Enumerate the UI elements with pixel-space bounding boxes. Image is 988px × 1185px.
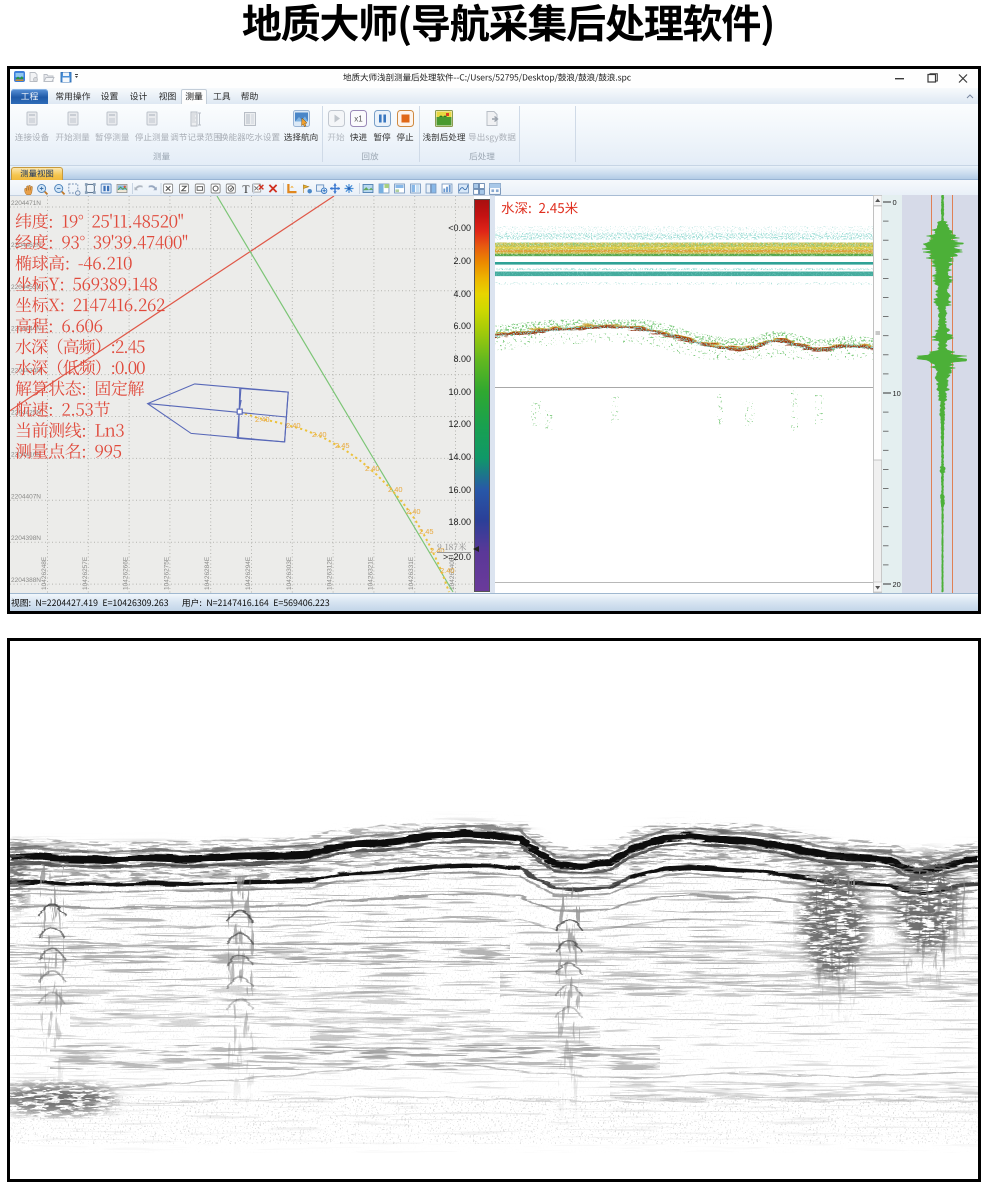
svg-text:10426257E: 10426257E xyxy=(82,556,89,590)
svg-text:2.40: 2.40 xyxy=(312,430,327,439)
svg-text:2.40: 2.40 xyxy=(440,566,455,575)
svg-text:10426284E: 10426284E xyxy=(204,556,211,590)
svg-text:10426248E: 10426248E xyxy=(41,556,48,590)
svg-text:2204416N: 2204416N xyxy=(11,451,41,458)
svg-text:2204388N: 2204388N xyxy=(11,577,41,584)
svg-text:10426321E: 10426321E xyxy=(367,556,374,590)
svg-text:x1: x1 xyxy=(354,115,363,124)
svg-text:10426312E: 10426312E xyxy=(327,556,334,590)
svg-text:2204434N: 2204434N xyxy=(11,368,41,375)
svg-text:20: 20 xyxy=(893,580,901,589)
svg-text:2.40: 2.40 xyxy=(365,464,380,473)
svg-text:2204398N: 2204398N xyxy=(11,535,41,542)
svg-text:10426303E: 10426303E xyxy=(286,556,293,590)
svg-text:10426266E: 10426266E xyxy=(123,556,130,590)
svg-text:0: 0 xyxy=(893,198,897,207)
svg-text:2204425N: 2204425N xyxy=(11,410,41,417)
svg-text:T: T xyxy=(242,183,249,196)
svg-text:2.40: 2.40 xyxy=(406,507,421,516)
svg-text:10: 10 xyxy=(893,389,901,398)
svg-text:10426294E: 10426294E xyxy=(245,556,252,590)
svg-text:2204407N: 2204407N xyxy=(11,493,41,500)
svg-text:2204453N: 2204453N xyxy=(11,284,41,291)
svg-text:2.45: 2.45 xyxy=(335,441,350,450)
svg-text:2.40: 2.40 xyxy=(286,421,301,430)
svg-text:2204462N: 2204462N xyxy=(11,242,41,249)
svg-text:2204471N: 2204471N xyxy=(11,200,41,207)
svg-text:2.40: 2.40 xyxy=(255,415,270,424)
svg-text:10426275E: 10426275E xyxy=(163,556,170,590)
svg-text:2204444N: 2204444N xyxy=(11,326,41,333)
svg-text:2.40: 2.40 xyxy=(388,485,403,494)
svg-text:2.45: 2.45 xyxy=(419,527,434,536)
